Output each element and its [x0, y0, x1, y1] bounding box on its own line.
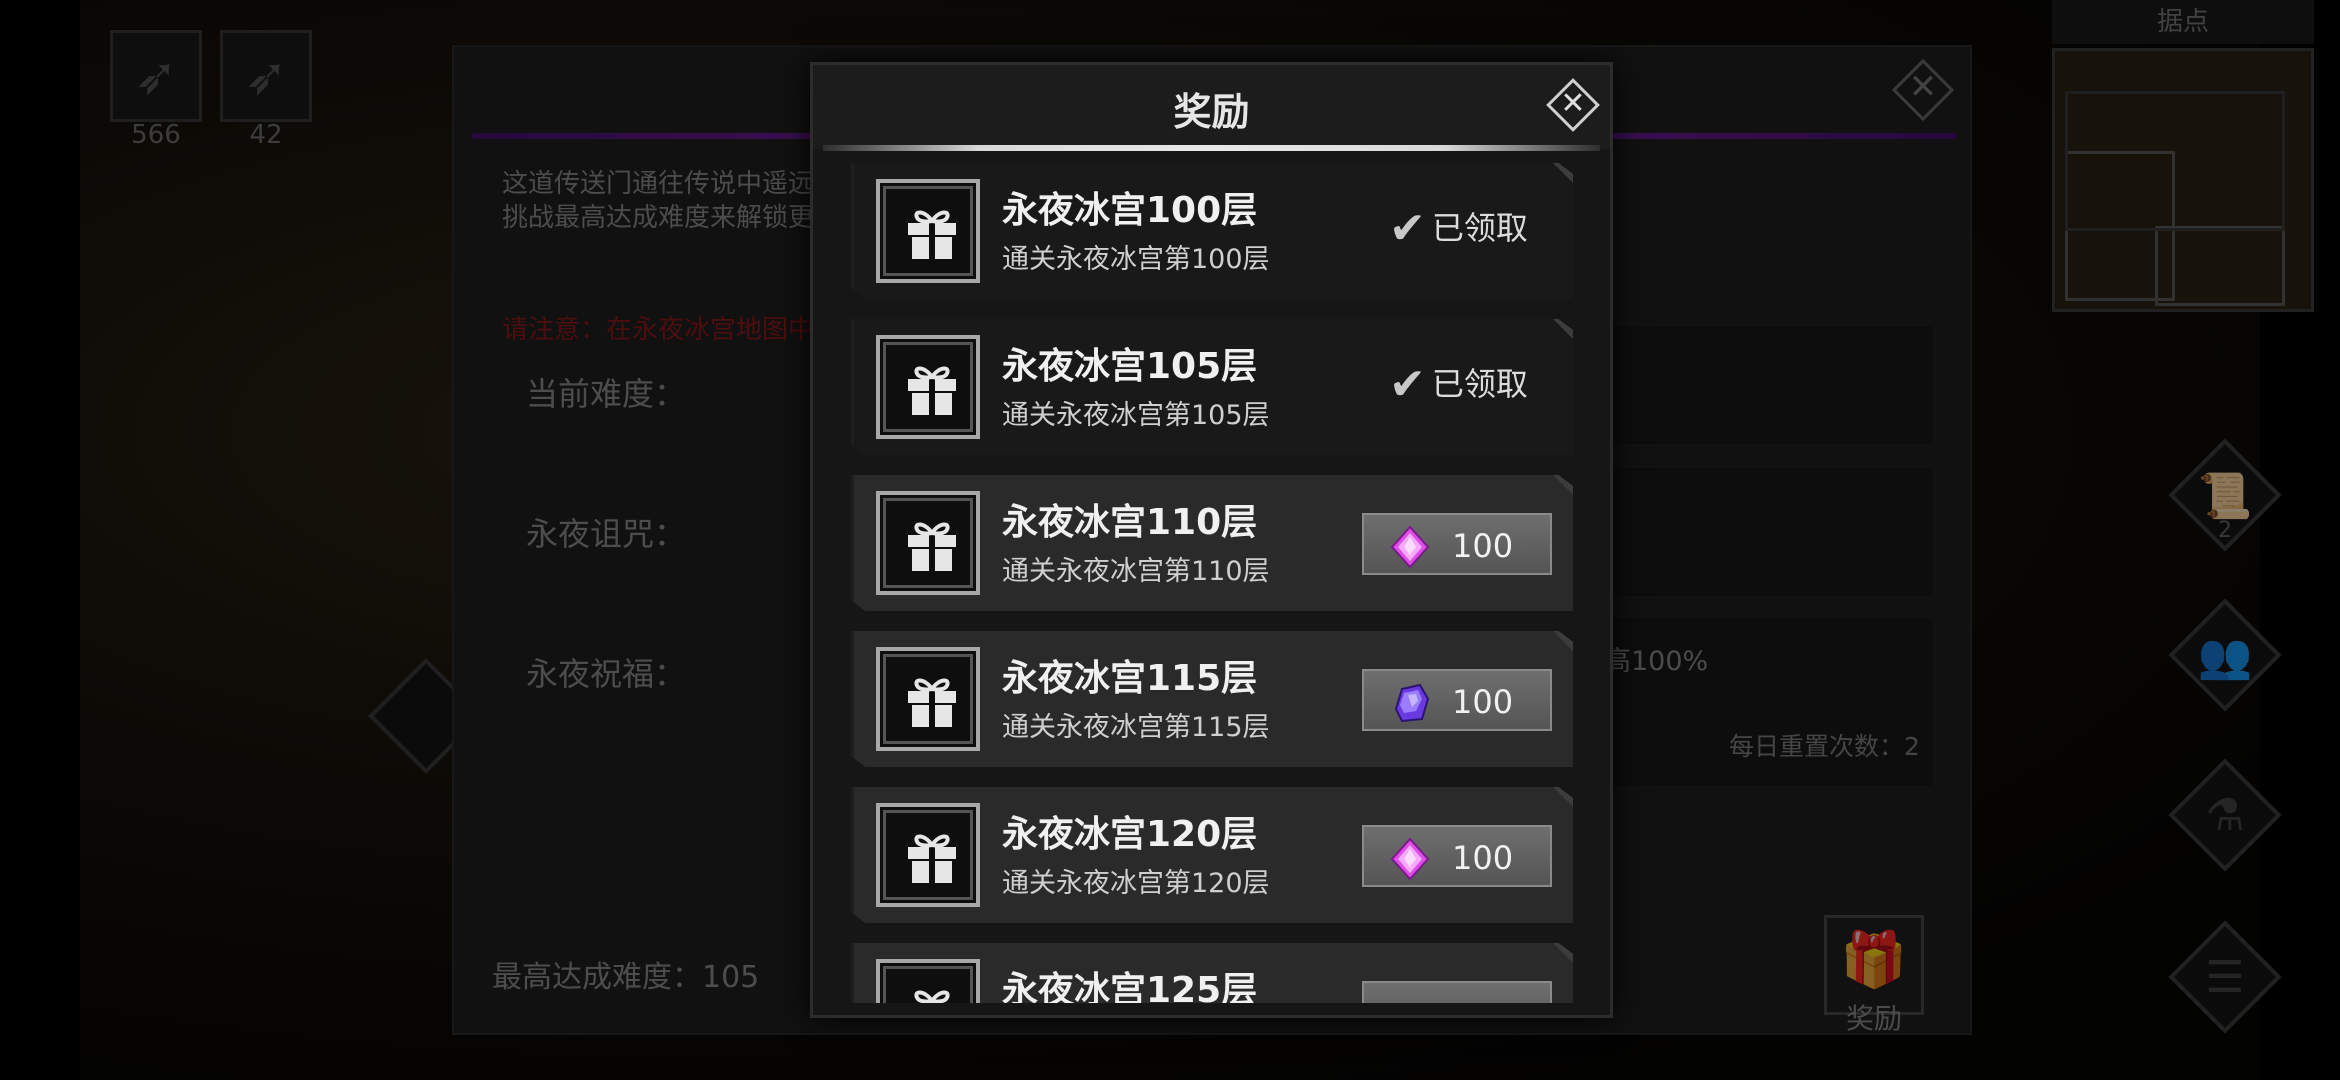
reward-row: 永夜冰宫120层通关永夜冰宫第120层 100	[851, 787, 1573, 923]
reward-amount: 100	[1452, 683, 1514, 721]
reward-row: 永夜冰宫100层通关永夜冰宫第100层 ✔ 已领取	[851, 163, 1573, 299]
claim-reward-button[interactable]: 100	[1362, 513, 1552, 575]
reward-name: 永夜冰宫125层	[1002, 970, 1258, 1003]
pink-diamond-icon	[1388, 837, 1432, 885]
row-corner-decoration	[1553, 163, 1573, 183]
claim-reward-button[interactable]: 100	[1362, 825, 1552, 887]
gift-icon	[876, 647, 980, 751]
reward-row: 永夜冰宫110层通关永夜冰宫第110层 100	[851, 475, 1573, 611]
close-icon: ✕	[1560, 86, 1586, 121]
row-corner-decoration	[1553, 319, 1573, 339]
reward-description: 通关永夜冰宫第110层	[1002, 556, 1270, 587]
claim-reward-button[interactable]	[1362, 981, 1552, 1003]
row-corner-decoration	[1553, 475, 1573, 495]
claimed-status: ✔ 已领取	[1389, 359, 1528, 410]
reward-name: 永夜冰宫110层	[1002, 502, 1258, 543]
pink-diamond-icon	[1388, 525, 1432, 573]
reward-name: 永夜冰宫115层	[1002, 658, 1258, 699]
reward-name: 永夜冰宫105层	[1002, 346, 1258, 387]
claimed-label: 已领取	[1431, 365, 1528, 403]
row-corner-decoration	[1553, 943, 1573, 963]
reward-row: 永夜冰宫115层通关永夜冰宫第115层 100	[851, 631, 1573, 767]
reward-row: 永夜冰宫105层通关永夜冰宫第105层 ✔ 已领取	[851, 319, 1573, 455]
purple-crystal-icon	[1388, 681, 1432, 729]
gift-icon	[876, 335, 980, 439]
reward-description: 通关永夜冰宫第115层	[1002, 712, 1270, 743]
gift-icon	[876, 179, 980, 283]
checkmark-icon: ✔	[1389, 203, 1426, 254]
modal-close-button[interactable]: ✕	[1541, 73, 1605, 137]
reward-description: 通关永夜冰宫第105层	[1002, 400, 1270, 431]
checkmark-icon: ✔	[1389, 359, 1426, 410]
reward-list[interactable]: 永夜冰宫100层 通关永夜冰宫第100层 ✔ 已领取 永夜冰宫105层 通关永夜冰宫第10…	[851, 163, 1573, 1003]
reward-name: 永夜冰宫100层	[1002, 190, 1258, 231]
reward-description: 通关永夜冰宫第120层	[1002, 868, 1270, 899]
gift-icon	[876, 491, 980, 595]
claimed-label: 已领取	[1431, 209, 1528, 247]
gift-icon	[876, 959, 980, 1003]
reward-description: 通关永夜冰宫第100层	[1002, 244, 1270, 275]
gift-icon	[876, 803, 980, 907]
reward-row: 永夜冰宫125层	[851, 943, 1573, 1003]
modal-title: 奖励	[1173, 90, 1250, 134]
reward-amount: 100	[1452, 839, 1514, 877]
modal-divider	[823, 145, 1600, 151]
row-corner-decoration	[1553, 787, 1573, 807]
reward-amount: 100	[1452, 527, 1514, 565]
claim-reward-button[interactable]: 100	[1362, 669, 1552, 731]
row-corner-decoration	[1553, 631, 1573, 651]
reward-name: 永夜冰宫120层	[1002, 814, 1258, 855]
reward-modal: 奖励 ✕ 永夜冰宫100层 通关永夜冰宫第100层 ✔ 已领取 永夜冰宫105层 通关永夜…	[810, 62, 1613, 1018]
modal-header: 奖励 ✕	[813, 65, 1610, 149]
claimed-status: ✔ 已领取	[1389, 203, 1528, 254]
